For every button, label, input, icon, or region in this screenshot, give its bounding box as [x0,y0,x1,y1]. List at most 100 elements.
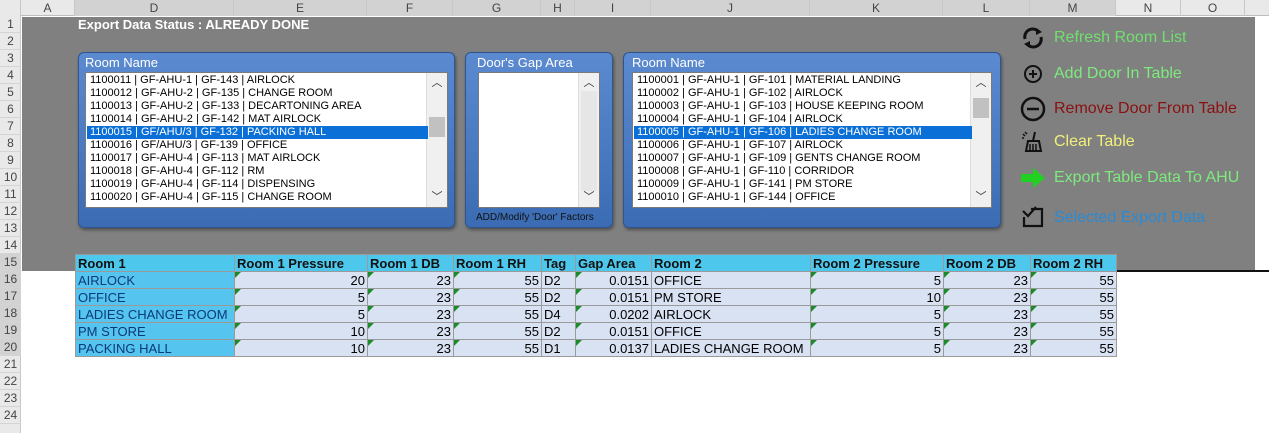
table-cell[interactable]: 20 [234,271,368,289]
select-all-corner[interactable] [0,0,21,16]
table-cell[interactable]: 10 [234,322,368,340]
row-header[interactable]: 13 [0,220,21,237]
table-cell[interactable]: 5 [234,305,368,323]
table-cell[interactable]: 55 [1030,339,1117,357]
column-header[interactable]: F [367,0,453,16]
list-item[interactable]: 1100005 | GF-AHU-1 | GF-106 | LADIES CHA… [634,126,972,139]
row-header[interactable]: 20 [0,339,21,356]
table-cell[interactable]: AIRLOCK [75,271,235,289]
column-header[interactable]: G [453,0,541,16]
table-cell[interactable]: 0.0137 [575,339,652,357]
list-item[interactable]: 1100016 | GF/AHU/3 | GF-139 | OFFICE [87,139,428,152]
list-item[interactable]: 1100009 | GF-AHU-1 | GF-141 | PM STORE [634,178,972,191]
row-header[interactable]: 17 [0,288,21,305]
list-item[interactable]: 1100017 | GF-AHU-4 | GF-113 | MAT AIRLOC… [87,152,428,165]
table-cell[interactable]: D2 [541,322,576,340]
row-header[interactable]: 15 [0,254,21,271]
table-cell[interactable]: PM STORE [651,288,811,306]
row-header[interactable]: 12 [0,203,21,220]
row-header[interactable]: 10 [0,169,21,186]
column-header[interactable]: D [75,0,234,16]
header-cell[interactable]: Room 1 Pressure [234,254,368,272]
header-cell[interactable]: Room 2 RH [1030,254,1117,272]
header-cell[interactable]: Room 2 [651,254,811,272]
table-cell[interactable]: OFFICE [651,271,811,289]
table-cell[interactable]: D2 [541,271,576,289]
left-room-listbox[interactable]: ︿ ﹀ 1100011 | GF-AHU-1 | GF-143 | AIRLOC… [85,72,448,208]
column-header[interactable]: L [943,0,1030,16]
table-cell[interactable]: 55 [453,271,542,289]
scroll-up-icon[interactable]: ︿ [579,75,599,91]
table-cell[interactable]: D1 [541,339,576,357]
header-cell[interactable]: Room 2 DB [943,254,1031,272]
table-cell[interactable]: 0.0202 [575,305,652,323]
table-cell[interactable]: 10 [810,288,944,306]
row-header[interactable]: 7 [0,118,21,135]
table-cell[interactable]: 5 [810,339,944,357]
table-cell[interactable]: PACKING HALL [75,339,235,357]
list-item[interactable]: 1100020 | GF-AHU-4 | GF-115 | CHANGE ROO… [87,191,428,204]
table-cell[interactable]: 23 [943,271,1031,289]
table-cell[interactable]: 55 [1030,288,1117,306]
row-header[interactable]: 21 [0,356,21,373]
scroll-down-icon[interactable]: ﹀ [971,189,991,205]
table-cell[interactable]: 23 [943,339,1031,357]
gap-area-listbox[interactable]: ︿ ﹀ [478,72,600,208]
gap-area-footer[interactable]: ADD/Modify 'Door' Factors [476,212,594,223]
table-cell[interactable]: 23 [367,288,454,306]
list-item[interactable]: 1100010 | GF-AHU-1 | GF-144 | OFFICE [634,191,972,204]
list-item[interactable]: 1100008 | GF-AHU-1 | GF-110 | CORRIDOR [634,165,972,178]
column-header[interactable]: J [651,0,810,16]
table-cell[interactable]: 23 [367,271,454,289]
row-header[interactable]: 18 [0,305,21,322]
table-cell[interactable]: 5 [810,322,944,340]
table-cell[interactable]: LADIES CHANGE ROOM [651,339,811,357]
table-cell[interactable]: 23 [943,305,1031,323]
list-item[interactable]: 1100012 | GF-AHU-2 | GF-135 | CHANGE ROO… [87,87,428,100]
table-cell[interactable]: 55 [453,322,542,340]
table-cell[interactable]: 5 [810,305,944,323]
list-item[interactable]: 1100007 | GF-AHU-1 | GF-109 | GENTS CHAN… [634,152,972,165]
table-cell[interactable]: OFFICE [651,322,811,340]
table-cell[interactable]: 55 [1030,305,1117,323]
row-header[interactable]: 11 [0,186,21,203]
add-door-button[interactable]: Add Door In Table [1020,60,1182,88]
table-cell[interactable]: 0.0151 [575,271,652,289]
remove-door-button[interactable]: Remove Door From Table [1020,95,1237,123]
table-cell[interactable]: 23 [943,288,1031,306]
header-cell[interactable]: Room 1 [75,254,235,272]
right-room-listbox[interactable]: ︿ ﹀ 1100001 | GF-AHU-1 | GF-101 | MATERI… [632,72,992,208]
gap-list-scrollbar[interactable]: ︿ ﹀ [578,73,599,207]
scroll-up-icon[interactable]: ︿ [971,75,991,91]
list-item[interactable]: 1100004 | GF-AHU-1 | GF-104 | AIRLOCK [634,113,972,126]
column-header[interactable]: E [234,0,367,16]
column-header[interactable]: M [1030,0,1116,16]
column-header[interactable]: O [1181,0,1245,16]
row-header[interactable]: 14 [0,237,21,254]
list-item[interactable]: 1100014 | GF-AHU-2 | GF-142 | MAT AIRLOC… [87,113,428,126]
export-table-button[interactable]: Export Table Data To AHU [1020,164,1239,192]
row-header[interactable]: 8 [0,135,21,152]
table-cell[interactable]: 55 [453,339,542,357]
table-cell[interactable]: PM STORE [75,322,235,340]
table-cell[interactable]: LADIES CHANGE ROOM [75,305,235,323]
column-header[interactable]: H [541,0,575,16]
header-cell[interactable]: Tag [541,254,576,272]
right-list-scrollbar[interactable]: ︿ ﹀ [970,73,991,207]
row-header[interactable]: 23 [0,390,21,407]
table-cell[interactable]: 23 [367,305,454,323]
table-cell[interactable]: OFFICE [75,288,235,306]
scroll-down-icon[interactable]: ﹀ [427,189,447,205]
table-cell[interactable]: 0.0151 [575,288,652,306]
table-cell[interactable]: 23 [367,322,454,340]
list-item[interactable]: 1100006 | GF-AHU-1 | GF-107 | AIRLOCK [634,139,972,152]
list-item[interactable]: 1100002 | GF-AHU-1 | GF-102 | AIRLOCK [634,87,972,100]
table-cell[interactable]: 55 [453,288,542,306]
list-item[interactable]: 1100018 | GF-AHU-4 | GF-112 | RM [87,165,428,178]
column-header[interactable]: I [575,0,651,16]
row-header[interactable]: 16 [0,271,21,288]
row-header[interactable]: 5 [0,84,21,101]
scroll-thumb[interactable] [429,117,445,137]
refresh-room-list-button[interactable]: Refresh Room List [1020,24,1187,52]
list-item[interactable]: 1100003 | GF-AHU-1 | GF-103 | HOUSE KEEP… [634,100,972,113]
